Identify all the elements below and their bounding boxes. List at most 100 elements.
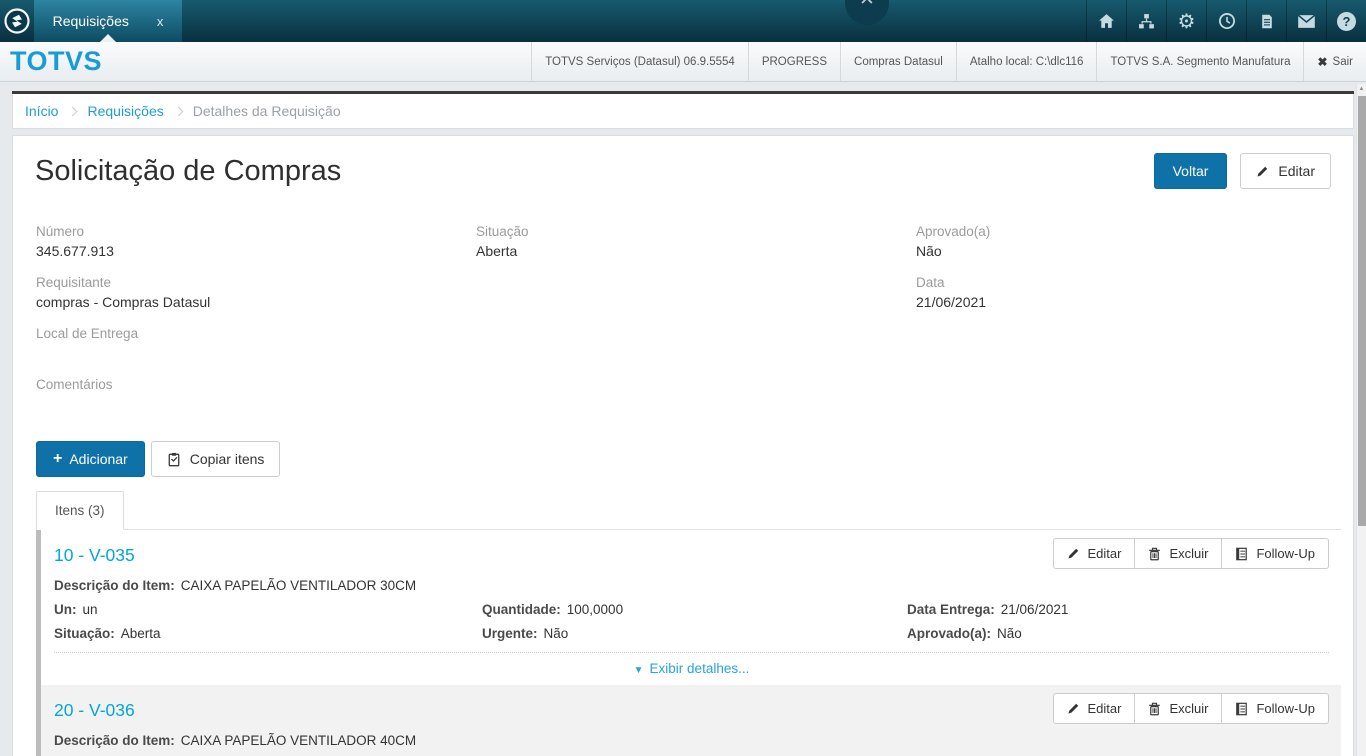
item-excluir-label: Excluir	[1169, 546, 1208, 561]
totvs-logo-icon	[4, 8, 30, 34]
item-editar-button[interactable]: Editar	[1053, 693, 1136, 724]
item-title-link[interactable]: 20 - V-036	[54, 693, 135, 721]
tab-close-icon[interactable]: x	[157, 14, 164, 29]
qty-value: 100,0000	[567, 602, 623, 617]
logout-button[interactable]: Sair	[1303, 42, 1366, 81]
topbar-icon-group	[1086, 0, 1366, 42]
status-database: PROGRESS	[748, 42, 840, 81]
mail-icon[interactable]	[1286, 0, 1326, 42]
item-followup-label: Follow-Up	[1256, 701, 1315, 716]
item-title-link[interactable]: 10 - V-035	[54, 538, 135, 566]
item-excluir-label: Excluir	[1169, 701, 1208, 716]
plus-icon	[53, 452, 62, 466]
item-description: Descrição do Item: CAIXA PAPELÃO VENTILAD…	[54, 578, 1329, 593]
vertical-scrollbar[interactable]	[1356, 84, 1366, 756]
item-followup-button[interactable]: Follow-Up	[1221, 693, 1329, 724]
chevron-right-icon	[68, 106, 78, 116]
field-label: Local de Entrega	[36, 326, 476, 341]
editar-button[interactable]: Editar	[1240, 153, 1331, 189]
totvs-logo[interactable]	[0, 0, 34, 42]
delivery-value: 21/06/2021	[1001, 602, 1069, 617]
tab-itens[interactable]: Itens (3)	[36, 491, 124, 530]
page-title: Solicitação de Compras	[35, 155, 341, 188]
help-icon[interactable]	[1326, 0, 1366, 42]
pencil-icon	[1256, 165, 1269, 178]
field-value: 345.677.913	[36, 243, 476, 260]
field-label: Requisitante	[36, 275, 476, 290]
item-editar-label: Editar	[1088, 701, 1122, 716]
item-action-group: Editar Excluir Follow-Up	[1053, 693, 1330, 724]
field-label: Situação	[476, 224, 916, 239]
field-label: Comentários	[36, 377, 476, 392]
item-editar-button[interactable]: Editar	[1053, 538, 1136, 569]
topbar-spacer	[182, 0, 1086, 42]
home-icon[interactable]	[1086, 0, 1126, 42]
trash-icon	[1148, 547, 1161, 561]
item-detail-row: Un:un Quantidade:100,0000 Data Entrega:2…	[54, 602, 1329, 617]
logout-label: Sair	[1333, 56, 1353, 68]
chevron-right-icon	[173, 106, 183, 116]
fields-col-3: Aprovado(a) Não Data 21/06/2021	[916, 224, 1331, 428]
field-value	[36, 396, 476, 413]
exibir-detalhes-label: Exibir detalhes...	[650, 661, 750, 676]
field-requisitante: Requisitante compras - Compras Datasul	[36, 275, 476, 311]
breadcrumb: Início Requisições Detalhes da Requisiçã…	[12, 94, 1354, 129]
breadcrumb-inicio[interactable]: Início	[25, 103, 58, 119]
situacao-label: Situação:	[54, 626, 115, 641]
un-label: Un:	[54, 602, 77, 617]
clock-icon[interactable]	[1206, 0, 1246, 42]
copiar-itens-button[interactable]: Copiar itens	[151, 441, 281, 477]
logout-x-icon	[1317, 55, 1327, 69]
field-value	[36, 345, 476, 362]
page-content: Início Requisições Detalhes da Requisiçã…	[0, 91, 1366, 756]
gear-icon[interactable]	[1166, 0, 1206, 42]
urgente-value: Não	[544, 626, 569, 641]
exibir-detalhes-link[interactable]: Exibir detalhes...	[54, 652, 1329, 685]
breadcrumb-requisicoes[interactable]: Requisições	[87, 103, 163, 119]
scrollbar-up-arrow[interactable]	[1357, 84, 1366, 95]
item-followup-label: Follow-Up	[1256, 546, 1315, 561]
item-excluir-button[interactable]: Excluir	[1134, 693, 1222, 724]
document-icon[interactable]	[1246, 0, 1286, 42]
status-environment: TOTVS Serviços (Datasul) 06.9.5554	[531, 42, 748, 81]
item-editar-label: Editar	[1088, 546, 1122, 561]
desc-label: Descrição do Item:	[54, 578, 175, 593]
items-panel: 10 - V-035 Editar Excluir Follow-Up	[36, 529, 1341, 756]
field-label: Número	[36, 224, 476, 239]
item-followup-button[interactable]: Follow-Up	[1221, 538, 1329, 569]
aprovado-value: Não	[997, 626, 1022, 641]
field-label: Data	[916, 275, 1331, 290]
field-value: 21/06/2021	[916, 294, 1331, 311]
field-numero: Número 345.677.913	[36, 224, 476, 260]
field-data: Data 21/06/2021	[916, 275, 1331, 311]
item-row-1: 10 - V-035 Editar Excluir Follow-Up	[41, 530, 1341, 685]
item-excluir-button[interactable]: Excluir	[1134, 538, 1222, 569]
item-detail-row: Situação:Aberta Urgente:Não Aprovado(a):…	[54, 626, 1329, 641]
followup-list-icon	[1235, 702, 1248, 716]
status-local-path: Atalho local: C:\dlc116	[956, 42, 1097, 81]
sitemap-icon[interactable]	[1126, 0, 1166, 42]
desc-value: CAIXA PAPELÃO VENTILADOR 40CM	[181, 733, 416, 748]
list-actions: Adicionar Copiar itens	[13, 428, 1353, 477]
item-head: 10 - V-035 Editar Excluir Follow-Up	[54, 538, 1329, 569]
copiar-itens-label: Copiar itens	[190, 451, 265, 467]
adicionar-button[interactable]: Adicionar	[36, 441, 145, 477]
request-fields: Número 345.677.913 Requisitante compras …	[13, 201, 1353, 428]
trash-icon	[1148, 702, 1161, 716]
top-bar: Requisições x	[0, 0, 1366, 42]
adicionar-label: Adicionar	[69, 451, 127, 467]
field-local-entrega: Local de Entrega	[36, 326, 476, 362]
status-company: TOTVS S.A. Segmento Manufatura	[1096, 42, 1303, 81]
item-head: 20 - V-036 Editar Excluir Follow-Up	[54, 693, 1329, 724]
scrollbar-thumb[interactable]	[1358, 96, 1366, 526]
field-situacao: Situação Aberta	[476, 224, 916, 260]
followup-list-icon	[1235, 547, 1248, 561]
close-icon[interactable]	[845, 0, 889, 25]
aprovado-label: Aprovado(a):	[907, 626, 991, 641]
help-glyph	[1337, 12, 1356, 31]
status-strip: TOTVS Serviços (Datasul) 06.9.5554 PROGR…	[531, 42, 1366, 81]
voltar-button[interactable]: Voltar	[1154, 153, 1228, 189]
app-header: TOTVS TOTVS Serviços (Datasul) 06.9.5554…	[0, 42, 1366, 82]
desc-value: CAIXA PAPELÃO VENTILADOR 30CM	[181, 578, 416, 593]
tab-requisicoes[interactable]: Requisições x	[34, 0, 182, 42]
